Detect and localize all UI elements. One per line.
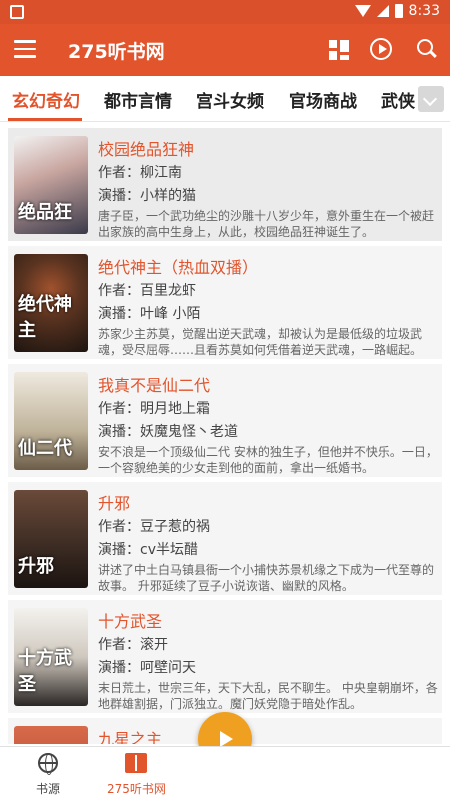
- tab-dushi[interactable]: 都市言情: [104, 87, 172, 112]
- book-narrator: 演播：cv半坛醋: [98, 542, 198, 558]
- book-title: 校园绝品狂神: [98, 140, 195, 159]
- book-description: 唐子臣，一个武功绝尘的沙雕十八岁少年，意外重生在一个被赶出家族的高中生身上，从此…: [98, 209, 435, 239]
- book-narrator: 演播：小样的猫: [98, 188, 196, 204]
- search-icon[interactable]: [417, 39, 433, 55]
- book-open-icon: [125, 753, 148, 773]
- battery-icon: [394, 4, 403, 18]
- notification-icon: [10, 5, 24, 19]
- book-description: 安不浪是一个顶级仙二代 安林的独生子，但他并不快乐。一日，一个容貌绝美的少女走到…: [98, 445, 438, 475]
- book-cover: 十方武圣: [14, 608, 88, 706]
- book-title: 绝代神主（热血双播）: [98, 258, 259, 277]
- book-author: 作者：明月地上霜: [98, 401, 210, 417]
- book-cover: 升邪: [14, 490, 88, 588]
- book-title: 十方武圣: [98, 612, 163, 631]
- book-title: 九星之主: [98, 730, 163, 744]
- menu-icon[interactable]: [14, 40, 36, 60]
- list-item[interactable]: 十方武圣 十方武圣 作者：滚开 演播：呵壁问天 末日荒土，世宗三年，天下大乱，民…: [8, 600, 442, 713]
- play-circle-icon[interactable]: [370, 38, 392, 60]
- list-item[interactable]: 绝代神主 绝代神主（热血双播） 作者：百里龙虾 演播：叶峰 小陌 苏家少主苏莫，…: [8, 246, 442, 359]
- book-author: 作者：百里龙虾: [98, 283, 196, 299]
- book-author: 作者：滚开: [98, 637, 168, 653]
- book-author: 作者：豆子惹的祸: [98, 519, 210, 535]
- status-bar: 8:33: [0, 0, 450, 24]
- book-narrator: 演播：呵壁问天: [98, 660, 196, 676]
- book-cover: [14, 726, 88, 744]
- bottom-navigation: 书源 275听书网: [0, 746, 450, 800]
- book-cover: 绝品狂: [14, 136, 88, 234]
- tab-guanchang[interactable]: 官场商战: [289, 87, 357, 112]
- book-title: 我真不是仙二代: [98, 376, 211, 395]
- globe-icon: [38, 753, 58, 775]
- book-title: 升邪: [98, 494, 131, 513]
- book-description: 讲述了中土白马镇县衙一个小捕快苏景机缘之下成为一代至尊的故事。 升邪延续了豆子小…: [98, 563, 435, 593]
- list-item[interactable]: 绝品狂 校园绝品狂神 作者：柳江南 演播：小样的猫 唐子臣，一个武功绝尘的沙雕十…: [8, 128, 442, 241]
- book-author: 作者：柳江南: [98, 165, 182, 181]
- book-narrator: 演播：叶峰 小陌: [98, 306, 201, 322]
- app-title: 275听书网: [68, 41, 165, 63]
- book-description: 末日荒土，世宗三年，天下大乱，民不聊生。 中央皇朝崩坏，各地群雄割据，门派独立。…: [98, 681, 438, 711]
- tab-gongdou[interactable]: 宫斗女频: [196, 87, 264, 112]
- status-icons: 8:33: [354, 3, 440, 19]
- book-description: 苏家少主苏莫，觉醒出逆天武魂，却被认为是最低级的垃圾武魂，受尽屈辱……且看苏莫如…: [98, 327, 423, 357]
- tab-xuanhuan[interactable]: 玄幻奇幻: [12, 87, 80, 112]
- status-time: 8:33: [408, 3, 440, 19]
- app-bar: 275听书网: [0, 24, 450, 76]
- signal-icon: [376, 5, 389, 17]
- list-item[interactable]: 仙二代 我真不是仙二代 作者：明月地上霜 演播：妖魔鬼怪丶老道 安不浪是一个顶级…: [8, 364, 442, 477]
- nav-item-sources[interactable]: 书源: [36, 753, 60, 797]
- wifi-icon: [354, 5, 371, 17]
- chevron-down-icon[interactable]: [418, 86, 444, 112]
- book-cover: 绝代神主: [14, 254, 88, 352]
- nav-item-site[interactable]: 275听书网: [107, 753, 166, 797]
- book-list[interactable]: 绝品狂 校园绝品狂神 作者：柳江南 演播：小样的猫 唐子臣，一个武功绝尘的沙雕十…: [0, 124, 450, 744]
- grid-view-icon[interactable]: [329, 40, 349, 60]
- tab-wuxia[interactable]: 武侠: [381, 87, 415, 112]
- book-narrator: 演播：妖魔鬼怪丶老道: [98, 424, 238, 440]
- category-tabs: 玄幻奇幻 都市言情 宫斗女频 官场商战 武侠: [0, 76, 450, 122]
- active-tab-indicator: [8, 118, 82, 121]
- book-cover: 仙二代: [14, 372, 88, 470]
- list-item[interactable]: 升邪 升邪 作者：豆子惹的祸 演播：cv半坛醋 讲述了中土白马镇县衙一个小捕快苏…: [8, 482, 442, 595]
